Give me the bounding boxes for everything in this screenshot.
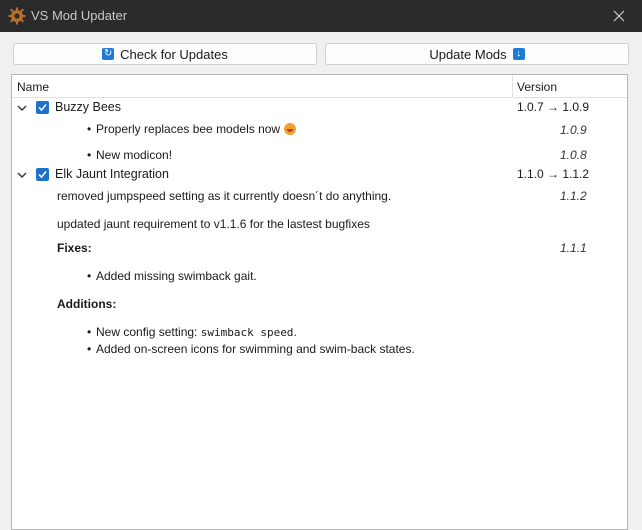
changelog-bullet: • Added missing swimback gait. <box>87 269 257 283</box>
changelog-text: Added on-screen icons for swimming and s… <box>96 342 415 356</box>
changelog-text: updated jaunt requirement to v1.1.6 for … <box>57 217 370 231</box>
check-for-updates-label: Check for Updates <box>120 46 228 62</box>
column-header-name[interactable]: Name <box>17 80 49 94</box>
changelog-text: . <box>293 325 297 339</box>
changelog-bullet: • Added on-screen icons for swimming and … <box>87 342 415 356</box>
check-for-updates-button[interactable]: ↻ Check for Updates <box>13 43 317 65</box>
main-content: ↻ Check for Updates Update Mods ↓ Name V… <box>0 32 642 530</box>
changelog-version: 1.1.1 <box>560 241 587 255</box>
changelog-heading: Additions: <box>57 297 117 311</box>
close-icon <box>613 10 625 22</box>
tree-row-elk-jaunt-integration[interactable]: Elk Jaunt Integration 1.1.0 → 1.1.2 <box>12 166 627 186</box>
tree-header: Name Version <box>12 75 627 98</box>
changelog-text: removed jumpspeed setting as it currentl… <box>57 189 392 203</box>
checkmark-icon <box>38 171 47 179</box>
mod-checkbox-buzzy-bees[interactable] <box>36 101 49 114</box>
changelog-version: 1.0.8 <box>560 148 587 162</box>
title-bar: VS Mod Updater <box>0 0 642 32</box>
changelog-text: New config setting: <box>96 325 201 339</box>
mod-version: 1.1.0 → 1.1.2 <box>517 167 590 181</box>
column-divider[interactable] <box>512 75 513 97</box>
changelog-heading: Fixes: <box>57 241 92 255</box>
update-mods-button[interactable]: Update Mods ↓ <box>325 43 629 65</box>
window-title: VS Mod Updater <box>31 8 128 23</box>
grinning-face-icon <box>284 123 297 135</box>
changelog-text: New modicon! <box>96 148 173 162</box>
mod-tree[interactable]: Name Version Buzzy Bees 1.0.7 → 1.0.9 • P… <box>11 74 628 530</box>
changelog-text: Added missing swimback gait. <box>96 269 257 283</box>
changelog-bullet: • New modicon! <box>87 148 173 162</box>
changelog-bullet: • Properly replaces bee models now <box>87 122 297 136</box>
mod-name: Elk Jaunt Integration <box>55 167 169 181</box>
config-code: swimback speed <box>200 326 294 339</box>
update-mods-label: Update Mods <box>429 46 507 62</box>
mod-version: 1.0.7 → 1.0.9 <box>517 100 590 114</box>
close-button[interactable] <box>596 0 642 32</box>
mod-name: Buzzy Bees <box>55 100 122 114</box>
chevron-down-icon[interactable] <box>17 170 27 180</box>
column-header-version[interactable]: Version <box>517 80 557 94</box>
changelog-version: 1.1.2 <box>560 189 587 203</box>
checkmark-icon <box>38 104 47 112</box>
chevron-down-icon[interactable] <box>17 103 27 113</box>
changelog-bullet: • New config setting: swimback speed. <box>87 325 297 339</box>
mod-checkbox-elk-jaunt[interactable] <box>36 168 49 181</box>
tree-row-buzzy-bees[interactable]: Buzzy Bees 1.0.7 → 1.0.9 <box>12 99 627 119</box>
download-icon: ↓ <box>512 48 525 60</box>
changelog-version: 1.0.9 <box>560 123 587 137</box>
refresh-icon: ↻ <box>102 48 115 60</box>
changelog-text: Properly replaces bee models now <box>96 122 281 136</box>
gear-icon <box>8 7 26 25</box>
